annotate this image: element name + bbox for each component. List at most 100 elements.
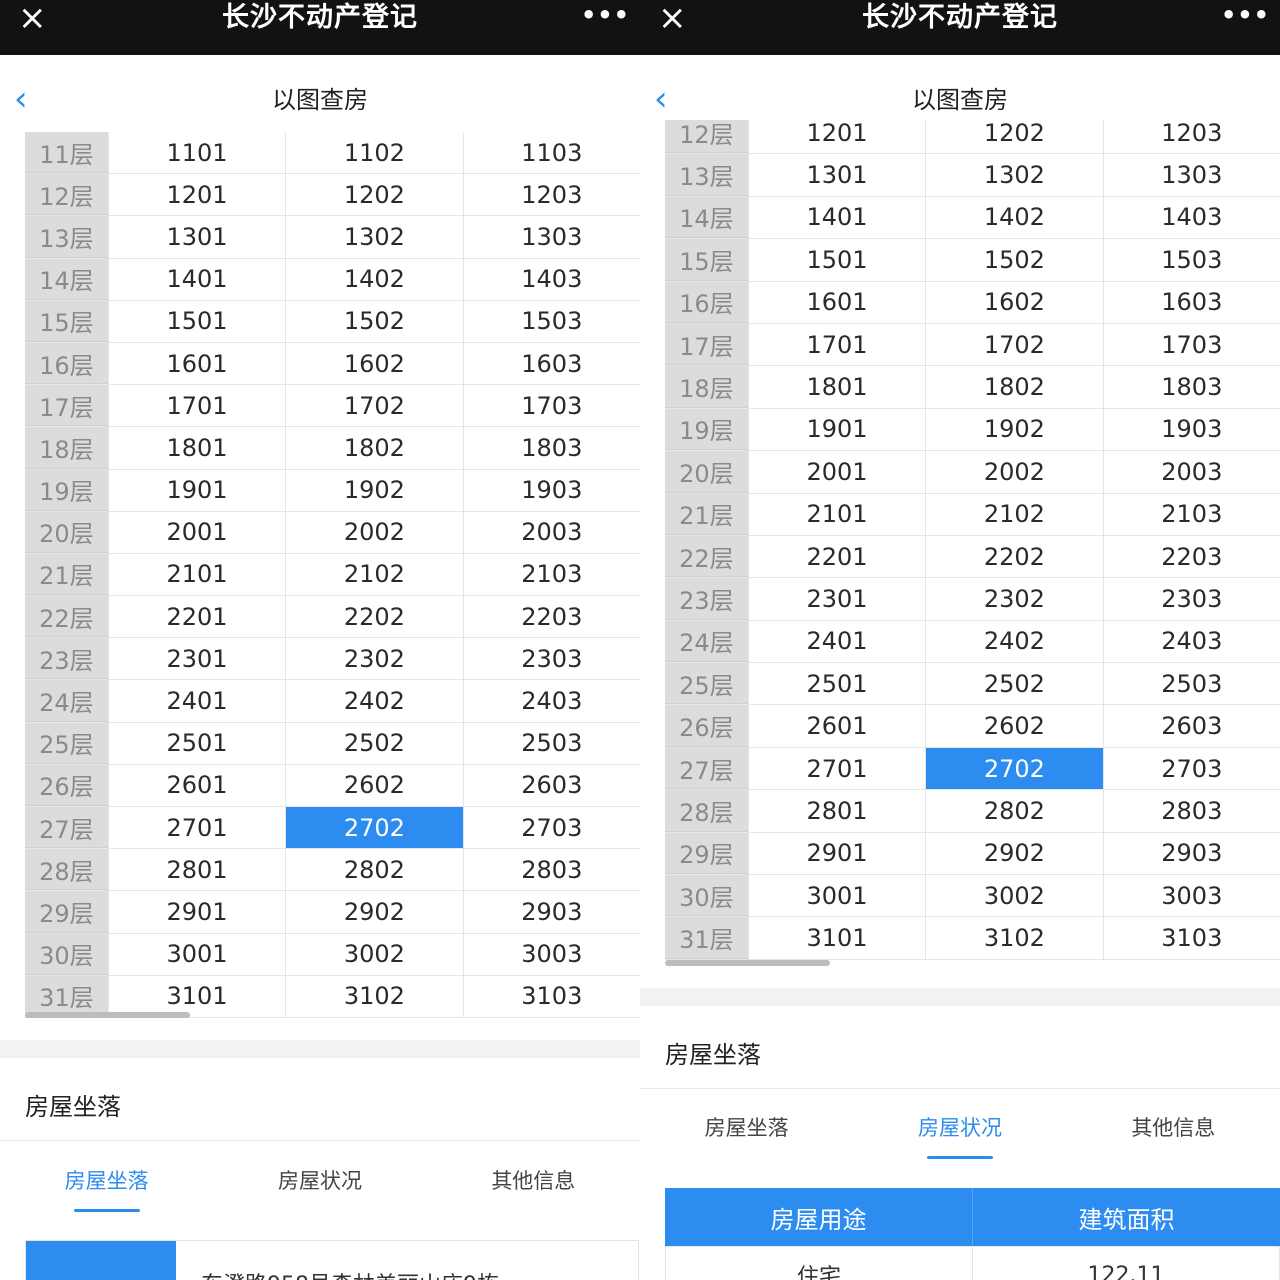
unit-cell[interactable]: 1301 [747, 154, 925, 196]
unit-cell[interactable]: 2502 [925, 663, 1102, 705]
unit-cell[interactable]: 3003 [462, 933, 640, 975]
unit-cell[interactable]: 1902 [925, 408, 1102, 451]
unit-cell[interactable]: 1501 [747, 239, 925, 281]
unit-cell[interactable]: 2902 [285, 891, 462, 933]
unit-cell[interactable]: 1503 [1102, 239, 1280, 281]
unit-cell[interactable]: 2501 [747, 663, 925, 705]
unit-cell[interactable]: 2903 [1102, 832, 1280, 875]
unit-cell[interactable]: 2602 [925, 705, 1102, 747]
unit-cell[interactable]: 1401 [747, 196, 925, 239]
unit-cell[interactable]: 2802 [925, 790, 1102, 832]
unit-cell[interactable]: 3102 [925, 917, 1102, 959]
unit-cell[interactable]: 1601 [747, 281, 925, 323]
unit-cell[interactable]: 2502 [285, 722, 462, 764]
unit-cell[interactable]: 2703 [462, 807, 640, 849]
unit-cell[interactable]: 2301 [747, 578, 925, 620]
unit-cell[interactable]: 2102 [285, 553, 462, 596]
more-icon[interactable]: ••• [581, 0, 630, 34]
unit-cell[interactable]: 3103 [1102, 917, 1280, 959]
unit-cell[interactable]: 1403 [1102, 196, 1280, 239]
unit-cell[interactable]: 2203 [462, 596, 640, 638]
unit-cell[interactable]: 1901 [107, 469, 285, 511]
unit-cell[interactable]: 2903 [462, 891, 640, 933]
unit-cell[interactable]: 2601 [747, 705, 925, 747]
unit-cell[interactable]: 2403 [462, 680, 640, 722]
unit-cell[interactable]: 2303 [462, 638, 640, 680]
unit-cell[interactable]: 2302 [925, 578, 1102, 620]
unit-cell[interactable]: 3102 [285, 975, 462, 1017]
unit-cell[interactable]: 2202 [925, 535, 1102, 578]
unit-cell[interactable]: 2801 [107, 849, 285, 891]
unit-cell[interactable]: 2603 [1102, 705, 1280, 747]
unit-cell[interactable]: 2003 [1102, 451, 1280, 493]
unit-cell[interactable]: 1303 [462, 216, 640, 258]
unit-cell[interactable]: 1201 [107, 174, 285, 216]
unit-cell[interactable]: 2103 [1102, 493, 1280, 535]
unit-cell[interactable]: 2501 [107, 722, 285, 764]
unit-cell[interactable]: 2703 [1102, 747, 1280, 790]
unit-cell[interactable]: 3002 [925, 875, 1102, 917]
unit-cell[interactable]: 1801 [107, 427, 285, 469]
unit-cell[interactable]: 2901 [107, 891, 285, 933]
unit-cell[interactable]: 1702 [925, 323, 1102, 366]
unit-cell[interactable]: 1501 [107, 300, 285, 342]
tab-location[interactable]: 房屋坐落 [0, 1165, 213, 1225]
unit-cell[interactable]: 3103 [462, 975, 640, 1017]
unit-cell-selected[interactable]: 2702 [285, 807, 463, 849]
unit-cell[interactable]: 2803 [1102, 790, 1280, 832]
unit-cell[interactable]: 2001 [747, 451, 925, 493]
unit-cell[interactable]: 1701 [107, 385, 285, 427]
unit-cell[interactable]: 3001 [747, 875, 925, 917]
unit-cell[interactable]: 2701 [747, 747, 925, 790]
unit-cell[interactable]: 2401 [747, 620, 925, 663]
unit-cell[interactable]: 2802 [285, 849, 462, 891]
tab-location[interactable]: 房屋坐落 [640, 1112, 853, 1172]
unit-cell[interactable]: 2402 [285, 680, 462, 722]
unit-cell[interactable]: 2302 [285, 638, 462, 680]
unit-cell[interactable]: 1603 [1102, 281, 1280, 323]
unit-cell[interactable]: 1903 [462, 469, 640, 511]
unit-cell[interactable]: 1803 [1102, 366, 1280, 408]
unit-cell-selected[interactable]: 2702 [925, 747, 1103, 790]
unit-cell[interactable]: 2402 [925, 620, 1102, 663]
tab-condition[interactable]: 房屋状况 [853, 1112, 1066, 1172]
unit-cell[interactable]: 1502 [925, 239, 1102, 281]
unit-cell[interactable]: 1902 [285, 469, 462, 511]
unit-cell[interactable]: 1601 [107, 342, 285, 385]
horizontal-scrollbar[interactable] [665, 960, 830, 966]
unit-cell[interactable]: 1802 [925, 366, 1102, 408]
unit-cell[interactable]: 2503 [462, 722, 640, 764]
unit-cell[interactable]: 1202 [285, 174, 462, 216]
unit-cell[interactable]: 2102 [925, 493, 1102, 535]
unit-cell[interactable]: 3101 [107, 975, 285, 1017]
unit-cell[interactable]: 3001 [107, 933, 285, 975]
unit-cell[interactable]: 2203 [1102, 535, 1280, 578]
tab-other[interactable]: 其他信息 [427, 1165, 640, 1225]
unit-cell[interactable]: 2603 [462, 764, 640, 806]
unit-cell[interactable]: 1903 [1102, 408, 1280, 451]
unit-cell[interactable]: 2303 [1102, 578, 1280, 620]
unit-cell[interactable]: 1503 [462, 300, 640, 342]
unit-cell[interactable]: 2201 [747, 535, 925, 578]
unit-cell[interactable]: 1703 [462, 385, 640, 427]
unit-cell[interactable]: 2503 [1102, 663, 1280, 705]
unit-cell[interactable]: 2101 [747, 493, 925, 535]
unit-cell[interactable]: 1301 [107, 216, 285, 258]
unit-cell[interactable]: 1402 [925, 196, 1102, 239]
unit-cell[interactable]: 2602 [285, 764, 462, 806]
unit-cell[interactable]: 2201 [107, 596, 285, 638]
unit-cell[interactable]: 2401 [107, 680, 285, 722]
unit-cell[interactable]: 1402 [285, 258, 462, 300]
unit-cell[interactable]: 1401 [107, 258, 285, 300]
unit-cell[interactable]: 1802 [285, 427, 462, 469]
unit-cell[interactable]: 1602 [925, 281, 1102, 323]
unit-cell[interactable]: 2901 [747, 832, 925, 875]
tab-other[interactable]: 其他信息 [1067, 1112, 1280, 1172]
tab-condition[interactable]: 房屋状况 [213, 1165, 426, 1225]
unit-cell[interactable]: 1603 [462, 342, 640, 385]
unit-cell[interactable]: 1502 [285, 300, 462, 342]
unit-cell[interactable]: 1203 [462, 174, 640, 216]
unit-cell[interactable]: 2902 [925, 832, 1102, 875]
unit-cell[interactable]: 1602 [285, 342, 462, 385]
unit-cell[interactable]: 1803 [462, 427, 640, 469]
